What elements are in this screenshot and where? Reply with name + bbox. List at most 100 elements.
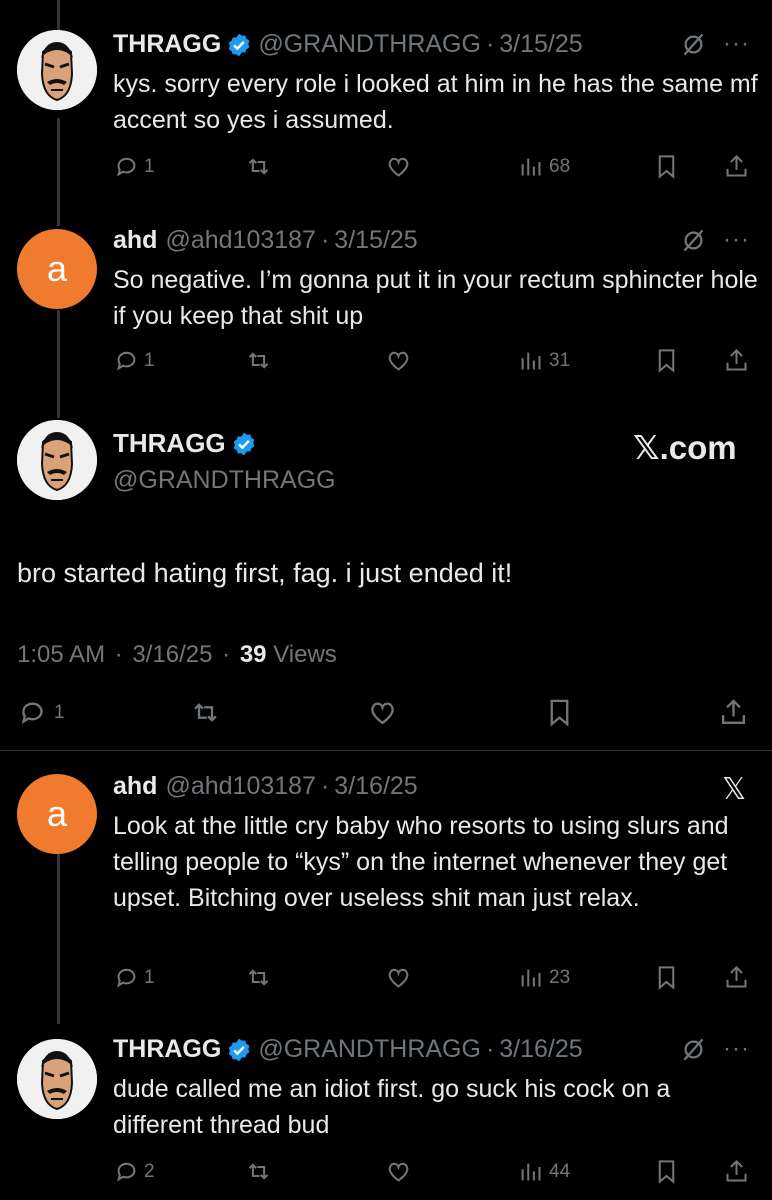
views-icon [521,352,541,370]
handle[interactable]: @GRANDTHRAGG [258,1035,481,1064]
display-name[interactable]: THRAGG [113,1035,221,1064]
tweet-text: kys. sorry every role i looked at him in… [113,70,758,134]
display-name[interactable]: THRAGG [113,428,226,459]
views-icon [521,158,541,176]
retweet-icon [248,158,269,175]
retweet-icon [248,969,269,986]
view-count: 23 [549,966,571,988]
tweet-time[interactable]: 1:05 AM [17,641,105,668]
like-button[interactable] [385,1158,412,1185]
bookmark-icon [658,349,675,373]
display-name[interactable]: ahd [113,772,157,801]
bookmark-button[interactable] [544,697,575,728]
action-bar: 1 23 [113,964,758,994]
handle[interactable]: @GRANDTHRAGG [258,30,481,59]
x-com-watermark: 𝕏.com [633,429,737,466]
grok-icon[interactable] [680,1036,707,1063]
avatar[interactable]: a [17,774,97,854]
bookmark-button[interactable] [653,1158,680,1185]
divider [0,750,772,751]
main-display-name-row: THRAGG [113,428,263,459]
reply-button[interactable]: 1 [113,347,155,374]
reply-icon [21,702,43,724]
tweet-corner-actions: 𝕏 [722,772,746,807]
display-name[interactable]: THRAGG [113,30,221,59]
views-button[interactable]: 44 [517,1158,570,1185]
share-button[interactable] [723,1158,750,1185]
reply-button[interactable]: 1 [113,153,155,180]
tweet-corner-actions: ··· [680,1035,750,1063]
bookmark-button[interactable] [653,153,680,180]
view-count: 31 [549,349,571,371]
reply-button[interactable]: 2 [113,1158,155,1185]
tweet-header: ahd @ahd103187 · 3/15/25 [113,226,418,255]
reply-tweet[interactable]: THRAGG @GRANDTHRAGG · 3/15/25 ··· kys. s… [0,30,772,195]
handle[interactable]: @ahd103187 [165,772,316,801]
verified-badge-icon [233,432,255,455]
handle[interactable]: @ahd103187 [165,226,316,255]
avatar[interactable] [17,420,97,500]
views-button[interactable]: 23 [517,964,570,991]
grok-icon[interactable] [680,31,707,58]
reply-count: 1 [54,701,65,723]
separator: · [485,30,495,58]
share-button[interactable] [723,964,750,991]
like-icon [388,968,409,988]
tweet-header: THRAGG @GRANDTHRAGG · 3/15/25 [113,30,583,59]
retweet-button[interactable] [245,153,272,180]
like-button[interactable] [367,697,398,728]
timestamp[interactable]: 3/15/25 [499,30,582,59]
reply-count: 1 [144,349,155,371]
share-icon [722,699,745,724]
tweet-text: dude called me an idiot first. go suck h… [113,1075,671,1139]
reply-icon [117,1162,136,1182]
reply-button[interactable]: 1 [17,697,65,728]
like-button[interactable] [385,153,412,180]
reply-tweet[interactable]: a ahd @ahd103187 · 3/15/25 ··· So negati… [0,226,772,396]
bookmark-icon [658,966,675,990]
bookmark-icon [550,699,569,727]
timestamp[interactable]: 3/16/25 [334,772,417,801]
retweet-button[interactable] [190,697,221,728]
retweet-button[interactable] [245,347,272,374]
handle[interactable]: @GRANDTHRAGG [113,466,336,495]
thread-line [57,0,60,30]
like-button[interactable] [385,347,412,374]
avatar[interactable]: a [17,229,97,309]
retweet-button[interactable] [245,1158,272,1185]
reply-tweet[interactable]: THRAGG @GRANDTHRAGG · 3/16/25 ··· dude c… [0,1035,772,1200]
avatar-letter: a [46,248,68,289]
more-options-icon[interactable]: ··· [723,30,750,58]
like-button[interactable] [385,964,412,991]
display-name[interactable]: ahd [113,226,157,255]
share-button[interactable] [718,697,749,728]
like-icon [388,1162,409,1182]
bookmark-button[interactable] [653,964,680,991]
bookmark-icon [658,155,675,179]
retweet-icon [248,1163,269,1180]
reply-count: 1 [144,966,155,988]
views-button[interactable]: 31 [517,347,570,374]
more-options-icon[interactable]: ··· [723,1035,750,1063]
grok-icon[interactable] [680,227,707,254]
reply-button[interactable]: 1 [113,964,155,991]
share-icon [726,348,747,371]
reply-tweet[interactable]: a ahd @ahd103187 · 3/16/25 𝕏 Look at the… [0,772,772,1022]
tweet-date[interactable]: 3/16/25 [132,641,212,668]
views-button[interactable]: 68 [517,153,570,180]
share-button[interactable] [723,153,750,180]
reply-icon [117,968,136,988]
avatar[interactable] [17,30,97,110]
share-button[interactable] [723,347,750,374]
timestamp[interactable]: 3/15/25 [334,226,417,255]
retweet-button[interactable] [245,964,272,991]
timestamp[interactable]: 3/16/25 [499,1035,582,1064]
share-icon [726,965,747,988]
bookmark-button[interactable] [653,347,680,374]
tweet-text: bro started hating first, fag. i just en… [17,558,513,588]
tweet-text: Look at the little cry baby who resorts … [113,812,729,912]
x-logo-icon: 𝕏 [722,773,747,806]
avatar[interactable] [17,1039,97,1119]
more-options-icon[interactable]: ··· [723,226,750,254]
action-bar: 1 [17,697,757,731]
